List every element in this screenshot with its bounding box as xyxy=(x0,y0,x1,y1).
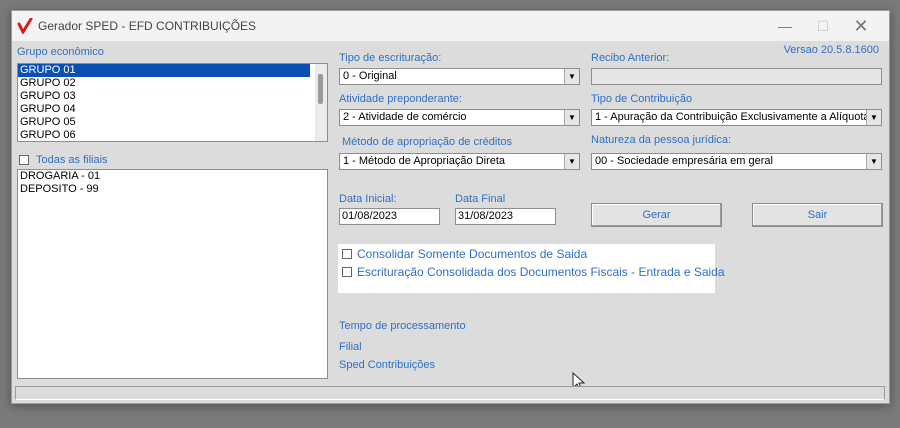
data-inicial-input[interactable]: 01/08/2023 xyxy=(339,208,440,225)
metodo-value: 1 - Método de Apropriação Direta xyxy=(343,155,506,167)
options-panel: Consolidar Somente Documentos de Saida E… xyxy=(338,244,725,293)
chevron-down-icon[interactable]: ▼ xyxy=(564,154,579,169)
chevron-down-icon[interactable]: ▼ xyxy=(866,110,881,125)
tipo-escrituracao-label: Tipo de escrituração: xyxy=(339,52,442,64)
list-item[interactable]: GRUPO 04 xyxy=(18,103,327,116)
tipo-contribuicao-label: Tipo de Contribuição xyxy=(591,93,693,105)
natureza-select[interactable]: 00 - Sociedade empresária em geral ▼ xyxy=(591,153,882,170)
data-inicial-label: Data Inicial: xyxy=(339,193,397,205)
grupo-label: Grupo econômico xyxy=(17,46,104,58)
chevron-down-icon[interactable]: ▼ xyxy=(564,110,579,125)
status-bar xyxy=(15,386,885,400)
escrituracao-consolidada-label[interactable]: Escrituração Consolidada dos Documentos … xyxy=(357,265,725,279)
data-final-input[interactable]: 31/08/2023 xyxy=(455,208,556,225)
todas-filiais-label: Todas as filiais xyxy=(36,154,108,166)
tempo-processamento-label: Tempo de processamento xyxy=(339,320,466,332)
maximize-icon[interactable]: ☐ xyxy=(808,16,838,36)
grupo-scrollbar[interactable] xyxy=(315,64,327,141)
todas-filiais-checkbox[interactable] xyxy=(19,155,29,165)
chevron-down-icon[interactable]: ▼ xyxy=(564,69,579,84)
grupo-listbox[interactable]: GRUPO 01 GRUPO 02 GRUPO 03 GRUPO 04 GRUP… xyxy=(17,63,328,142)
sair-button[interactable]: Sair xyxy=(752,203,883,227)
recibo-anterior-label: Recibo Anterior: xyxy=(591,52,670,64)
window-title: Gerador SPED - EFD CONTRIBUIÇÕES xyxy=(38,19,257,33)
list-item[interactable]: DEPOSITO - 99 xyxy=(18,183,327,196)
app-window: Gerador SPED - EFD CONTRIBUIÇÕES — ☐ ✕ V… xyxy=(11,10,890,404)
atividade-select[interactable]: 2 - Atividade de comércio ▼ xyxy=(339,109,580,126)
consolidar-saida-checkbox[interactable] xyxy=(342,249,352,259)
sped-contribuicoes-label: Sped Contribuições xyxy=(339,359,436,371)
list-item[interactable]: DROGARIA - 01 xyxy=(18,170,327,183)
title-bar: Gerador SPED - EFD CONTRIBUIÇÕES — ☐ ✕ xyxy=(12,11,889,41)
metodo-label: Método de apropriação de créditos xyxy=(342,136,512,148)
client-area: Versao 20.5.8.1600 Grupo econômico GRUPO… xyxy=(12,41,889,403)
escrituracao-consolidada-checkbox[interactable] xyxy=(342,267,352,277)
consolidar-saida-label[interactable]: Consolidar Somente Documentos de Saida xyxy=(357,247,587,261)
list-item[interactable]: GRUPO 02 xyxy=(18,77,327,90)
close-icon[interactable]: ✕ xyxy=(846,16,876,36)
tipo-escrituracao-value: 0 - Original xyxy=(343,70,397,82)
metodo-select[interactable]: 1 - Método de Apropriação Direta ▼ xyxy=(339,153,580,170)
tipo-contribuicao-select[interactable]: 1 - Apuração da Contribuição Exclusivame… xyxy=(591,109,882,126)
filial-label: Filial xyxy=(339,341,362,353)
tipo-contribuicao-value: 1 - Apuração da Contribuição Exclusivame… xyxy=(595,111,870,123)
minimize-icon[interactable]: — xyxy=(770,16,800,36)
scroll-thumb[interactable] xyxy=(318,74,323,104)
version-label: Versao 20.5.8.1600 xyxy=(783,44,879,56)
filiais-listbox[interactable]: DROGARIA - 01 DEPOSITO - 99 xyxy=(17,169,328,379)
natureza-value: 00 - Sociedade empresária em geral xyxy=(595,155,773,167)
list-item[interactable]: GRUPO 05 xyxy=(18,116,327,129)
data-final-label: Data Final xyxy=(455,193,506,205)
gerar-button[interactable]: Gerar xyxy=(591,203,722,227)
atividade-label: Atividade preponderante: xyxy=(339,93,462,105)
list-item[interactable]: GRUPO 01 xyxy=(18,64,310,77)
list-item[interactable]: GRUPO 06 xyxy=(18,129,327,141)
tipo-escrituracao-select[interactable]: 0 - Original ▼ xyxy=(339,68,580,85)
list-item[interactable]: GRUPO 03 xyxy=(18,90,327,103)
recibo-anterior-input[interactable] xyxy=(591,68,882,85)
app-logo-icon xyxy=(17,18,33,34)
chevron-down-icon[interactable]: ▼ xyxy=(866,154,881,169)
atividade-value: 2 - Atividade de comércio xyxy=(343,111,467,123)
natureza-label: Natureza da pessoa jurídica: xyxy=(591,134,732,146)
